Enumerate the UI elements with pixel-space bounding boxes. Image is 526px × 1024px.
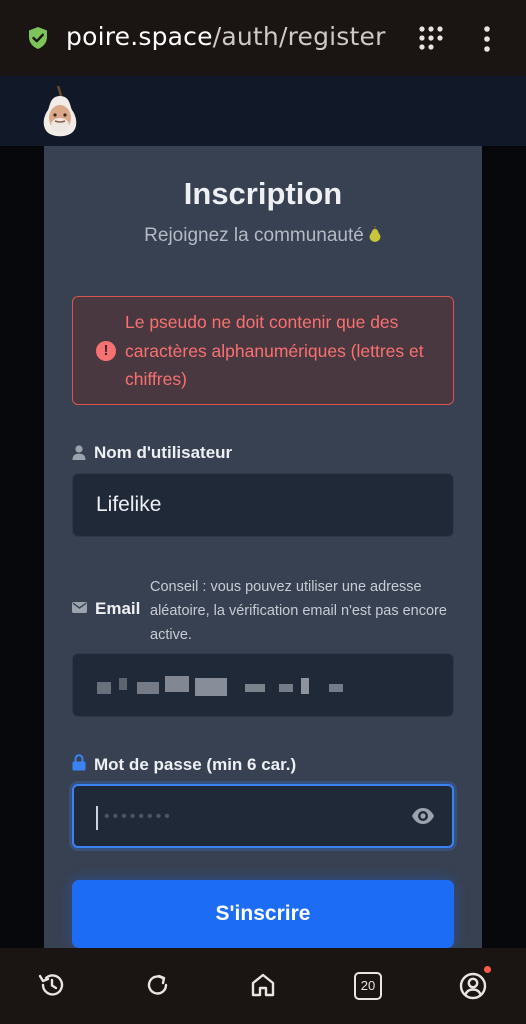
email-label: Email <box>95 599 141 618</box>
page-title: Inscription <box>183 176 343 211</box>
history-icon[interactable] <box>37 970 67 1000</box>
reload-icon[interactable] <box>143 970 173 1000</box>
alert-circle-icon: ! <box>96 341 116 361</box>
username-label: Nom d'utilisateur <box>94 443 233 462</box>
envelope-icon <box>72 602 87 613</box>
user-icon <box>72 445 86 460</box>
url-path: /auth/register <box>212 22 386 51</box>
address-field[interactable]: poire.space/auth/register <box>66 22 386 51</box>
account-icon[interactable] <box>458 971 488 1001</box>
email-field[interactable] <box>72 653 454 717</box>
home-icon[interactable] <box>248 970 278 1000</box>
eye-icon[interactable] <box>411 806 435 826</box>
page-subtitle: Rejoignez la communauté <box>0 225 526 247</box>
text-cursor <box>96 806 98 830</box>
subtitle-text: Rejoignez la communauté <box>144 225 364 246</box>
username-field[interactable]: Lifelike <box>72 473 454 537</box>
error-message: Le pseudo ne doit contenir que des carac… <box>125 312 424 389</box>
notification-dot <box>484 966 491 973</box>
password-masked-value: •••••••• <box>104 808 173 825</box>
browser-url-bar: poire.space/auth/register <box>0 0 526 76</box>
password-label: Mot de passe (min 6 car.) <box>94 755 297 774</box>
page-background-left <box>0 146 44 948</box>
url-host: poire.space <box>66 22 213 51</box>
password-field[interactable]: •••••••• <box>72 784 454 848</box>
page-background-right <box>482 146 526 948</box>
tabs-icon[interactable]: 20 <box>354 972 382 1000</box>
register-submit-button[interactable]: S'inscrire <box>72 880 454 948</box>
more-vert-icon[interactable] <box>482 26 492 52</box>
username-value: Lifelike <box>96 493 162 516</box>
secure-shield-icon[interactable] <box>27 26 49 50</box>
lock-icon <box>72 754 86 771</box>
apps-grid-icon[interactable] <box>419 26 443 50</box>
email-hint: Conseil : vous pouvez utiliser une adres… <box>150 579 447 643</box>
site-logo[interactable] <box>40 84 80 138</box>
pear-icon <box>369 226 381 242</box>
